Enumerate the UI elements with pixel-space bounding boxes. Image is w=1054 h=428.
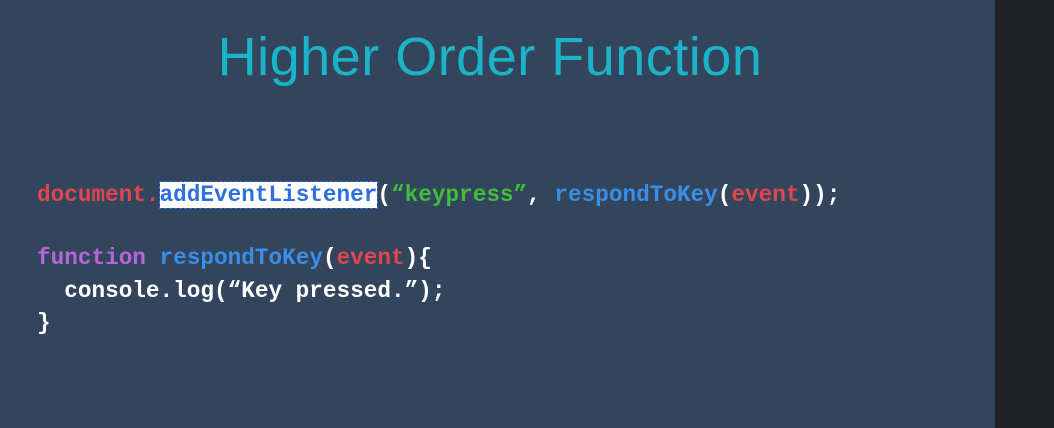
slide-title: Higher Order Function [217,27,763,87]
code-token-respondtokey: respondToKey [554,182,718,208]
slide: Higher Order Function document.addEventL… [0,0,995,428]
code-token-keypress-string: “keypress” [391,182,528,208]
code-line-3: console.log(“Key pressed.”); [37,278,446,304]
code-token-close-brace: ){ [404,245,432,271]
code-token-document: document [37,182,146,208]
code-token-comma: , [527,182,555,208]
code-token-close: )); [799,182,841,208]
code-token-function-keyword: function [37,245,146,271]
code-token-paren-open: ( [322,245,337,271]
code-token-event: event [731,182,800,208]
code-token-param-event: event [336,245,405,271]
code-token-dot: . [145,182,160,208]
code-token-paren-open: ( [377,182,392,208]
code-token-addeventlistener-selected[interactable]: addEventListener [158,181,379,209]
code-line-2: function respondToKey(event){ [37,244,432,272]
code-line-1: document.addEventListener(“keypress”, re… [37,181,840,209]
code-token-paren-open-2: ( [717,182,732,208]
code-token-function-name: respondToKey [159,245,323,271]
code-line-4: } [37,310,51,336]
side-panel [995,0,1054,428]
